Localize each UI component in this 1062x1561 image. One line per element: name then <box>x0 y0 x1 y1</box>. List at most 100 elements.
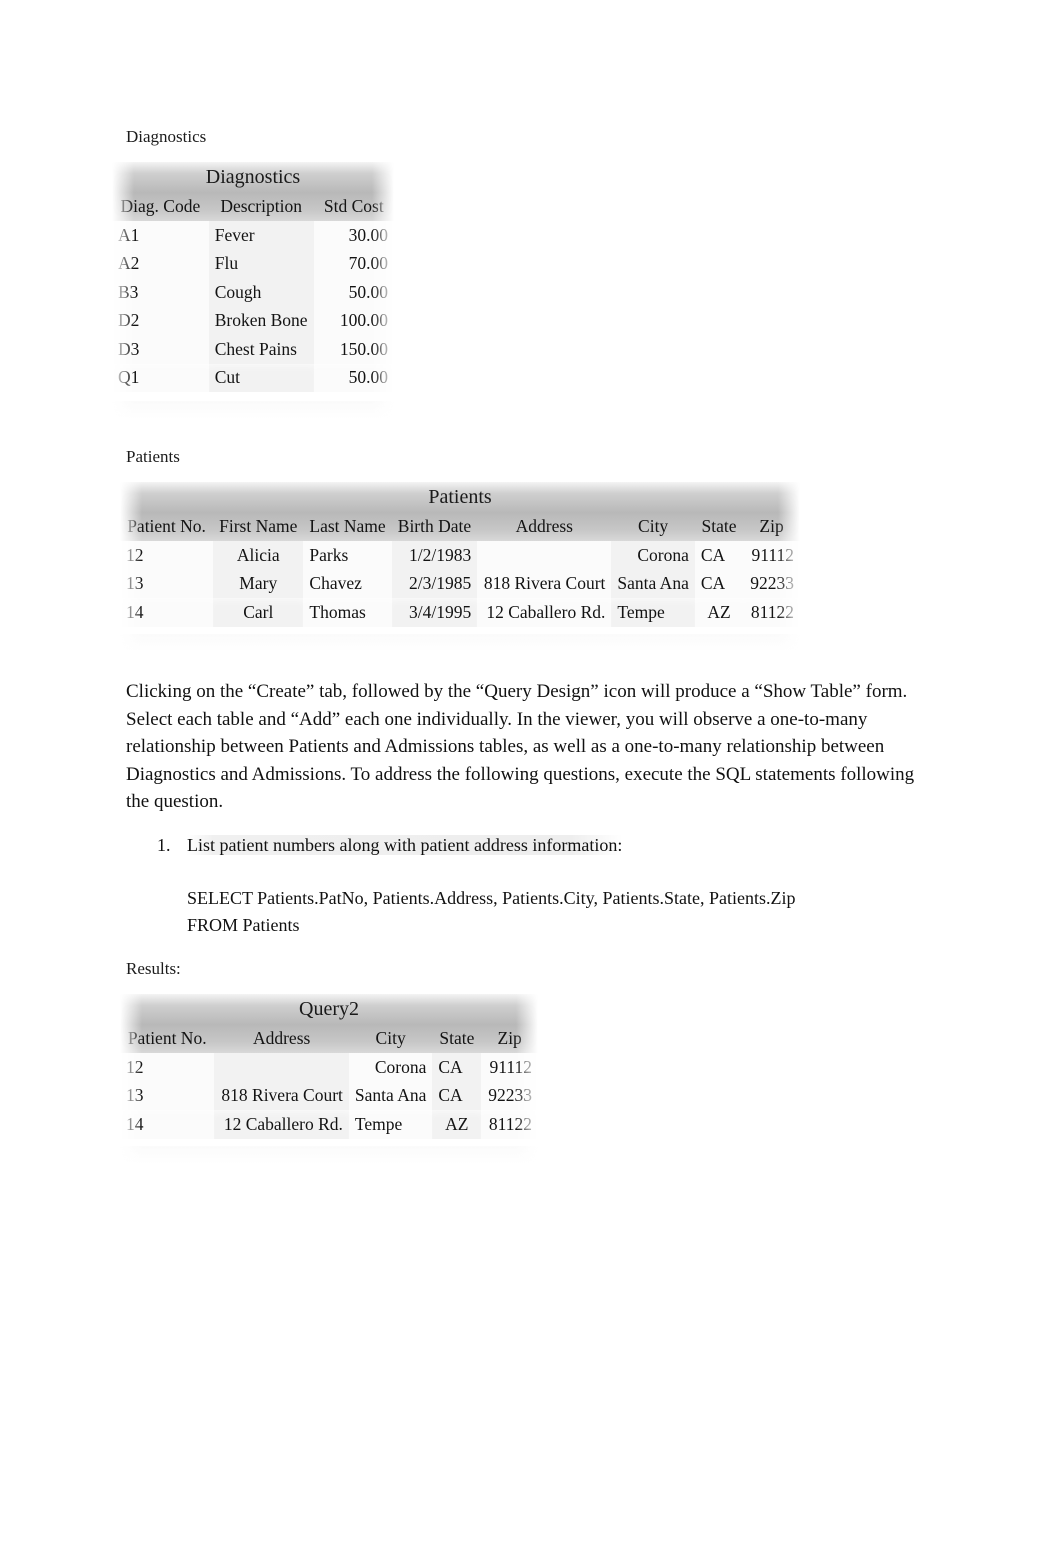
column-header-patient-no[interactable]: Patient No. <box>120 1024 215 1053</box>
cell-diag-code: Q1 <box>112 363 209 392</box>
cell-state: CA <box>432 1081 482 1110</box>
cell-address <box>477 541 612 570</box>
cell-diag-code: A1 <box>112 221 209 250</box>
column-header-address[interactable]: Address <box>477 512 612 541</box>
column-header-diag-code[interactable]: Diag. Code <box>112 192 209 221</box>
column-header-state[interactable]: State <box>432 1024 482 1053</box>
cell-address: 818 Rivera Court <box>214 1081 349 1110</box>
table-title: Query2 <box>120 994 538 1024</box>
query2-results-table: Query2 Patient No. Address City State Zi… <box>120 994 538 1139</box>
column-header-description[interactable]: Description <box>208 192 314 221</box>
cell-city: Tempe <box>611 598 695 627</box>
cell-zip: 92233 <box>743 569 800 598</box>
cell-state: CA <box>694 541 744 570</box>
document-page: Diagnostics Diagnostics Diag. Code Descr… <box>0 0 1062 1561</box>
cell-city: Tempe <box>348 1110 433 1139</box>
cell-last-name: Thomas <box>303 598 392 627</box>
table-header-row: Patient No. First Name Last Name Birth D… <box>120 512 800 541</box>
column-header-city[interactable]: City <box>348 1024 433 1053</box>
cell-city: Corona <box>348 1053 433 1082</box>
column-header-state[interactable]: State <box>694 512 744 541</box>
table-title: Patients <box>120 482 800 512</box>
cell-diag-code: A2 <box>112 249 209 278</box>
diagnostics-caption: Diagnostics <box>126 127 207 146</box>
table-row: A2 Flu 70.00 <box>112 249 394 278</box>
patients-table-bottom-fade <box>120 634 800 652</box>
column-header-patient-no[interactable]: Patient No. <box>120 512 214 541</box>
cell-address: 12 Caballero Rd. <box>477 598 612 627</box>
column-header-zip[interactable]: Zip <box>481 1024 538 1053</box>
cell-state: CA <box>694 569 744 598</box>
cell-birth-date: 3/4/1995 <box>391 598 478 627</box>
question-list-item: 1. List patient numbers along with patien… <box>157 832 917 858</box>
table-row: D3 Chest Pains 150.00 <box>112 335 394 364</box>
cell-first-name: Alicia <box>213 541 304 570</box>
column-header-city[interactable]: City <box>611 512 695 541</box>
table-row: 14 12 Caballero Rd. Tempe AZ 81122 <box>120 1110 538 1139</box>
table-row: B3 Cough 50.00 <box>112 278 394 307</box>
table-row: 13 818 Rivera Court Santa Ana CA 92233 <box>120 1081 538 1110</box>
table-row: Q1 Cut 50.00 <box>112 363 394 392</box>
table-row: 13 Mary Chavez 2/3/1985 818 Rivera Court… <box>120 569 800 598</box>
cell-zip: 91112 <box>481 1053 538 1082</box>
cell-zip: 91112 <box>743 541 800 570</box>
sql-line-select: SELECT Patients.PatNo, Patients.Address,… <box>187 888 796 908</box>
cell-address: 818 Rivera Court <box>477 569 612 598</box>
table-row: 12 Alicia Parks 1/2/1983 Corona CA 91112 <box>120 541 800 570</box>
table-header-row: Patient No. Address City State Zip <box>120 1024 538 1053</box>
cell-first-name: Mary <box>213 569 304 598</box>
cell-diag-code: B3 <box>112 278 209 307</box>
results-caption: Results: <box>126 959 181 978</box>
table-row: 14 Carl Thomas 3/4/1995 12 Caballero Rd.… <box>120 598 800 627</box>
cell-patient-no: 12 <box>120 541 214 570</box>
cell-birth-date: 1/2/1983 <box>391 541 478 570</box>
instruction-paragraph: Clicking on the “Create” tab, followed b… <box>126 681 915 812</box>
cell-description: Broken Bone <box>208 306 314 335</box>
cell-description: Cough <box>208 278 314 307</box>
table-header-row: Diag. Code Description Std Cost <box>112 192 394 221</box>
column-header-first-name[interactable]: First Name <box>213 512 304 541</box>
table-row: 12 Corona CA 91112 <box>120 1053 538 1082</box>
cell-city: Santa Ana <box>611 569 695 598</box>
table-title-row: Query2 <box>120 994 538 1024</box>
table-title-row: Diagnostics <box>112 162 394 192</box>
cell-std-cost: 50.00 <box>313 278 394 307</box>
cell-patient-no: 13 <box>120 569 214 598</box>
table-row: A1 Fever 30.00 <box>112 221 394 250</box>
column-header-zip[interactable]: Zip <box>743 512 800 541</box>
cell-city: Corona <box>611 541 695 570</box>
column-header-address[interactable]: Address <box>214 1024 349 1053</box>
cell-diag-code: D3 <box>112 335 209 364</box>
cell-std-cost: 30.00 <box>313 221 394 250</box>
table-row: D2 Broken Bone 100.00 <box>112 306 394 335</box>
cell-zip: 81122 <box>743 598 800 627</box>
cell-address: 12 Caballero Rd. <box>214 1110 349 1139</box>
cell-patient-no: 14 <box>120 598 214 627</box>
cell-description: Fever <box>208 221 314 250</box>
cell-description: Cut <box>208 363 314 392</box>
sql-line-from: FROM Patients <box>187 915 300 935</box>
cell-zip: 81122 <box>481 1110 538 1139</box>
diagnostics-table-bottom-fade <box>112 401 394 419</box>
question-number: 1. <box>157 835 171 855</box>
column-header-birth-date[interactable]: Birth Date <box>391 512 478 541</box>
cell-birth-date: 2/3/1985 <box>391 569 478 598</box>
column-header-std-cost[interactable]: Std Cost <box>313 192 394 221</box>
diagnostics-table: Diagnostics Diag. Code Description Std C… <box>112 162 394 392</box>
table-title: Diagnostics <box>112 162 394 192</box>
cell-city: Santa Ana <box>348 1081 433 1110</box>
cell-zip: 92233 <box>481 1081 538 1110</box>
patients-caption: Patients <box>126 447 180 466</box>
cell-std-cost: 100.00 <box>313 306 394 335</box>
cell-description: Flu <box>208 249 314 278</box>
cell-last-name: Parks <box>303 541 392 570</box>
cell-patient-no: 14 <box>120 1110 215 1139</box>
cell-patient-no: 12 <box>120 1053 215 1082</box>
cell-state: AZ <box>694 598 744 627</box>
column-header-last-name[interactable]: Last Name <box>303 512 392 541</box>
cell-std-cost: 70.00 <box>313 249 394 278</box>
cell-last-name: Chavez <box>303 569 392 598</box>
patients-table: Patients Patient No. First Name Last Nam… <box>120 482 800 627</box>
query2-table-bottom-fade <box>120 1146 538 1164</box>
question-text: List patient numbers along with patient … <box>187 835 623 855</box>
